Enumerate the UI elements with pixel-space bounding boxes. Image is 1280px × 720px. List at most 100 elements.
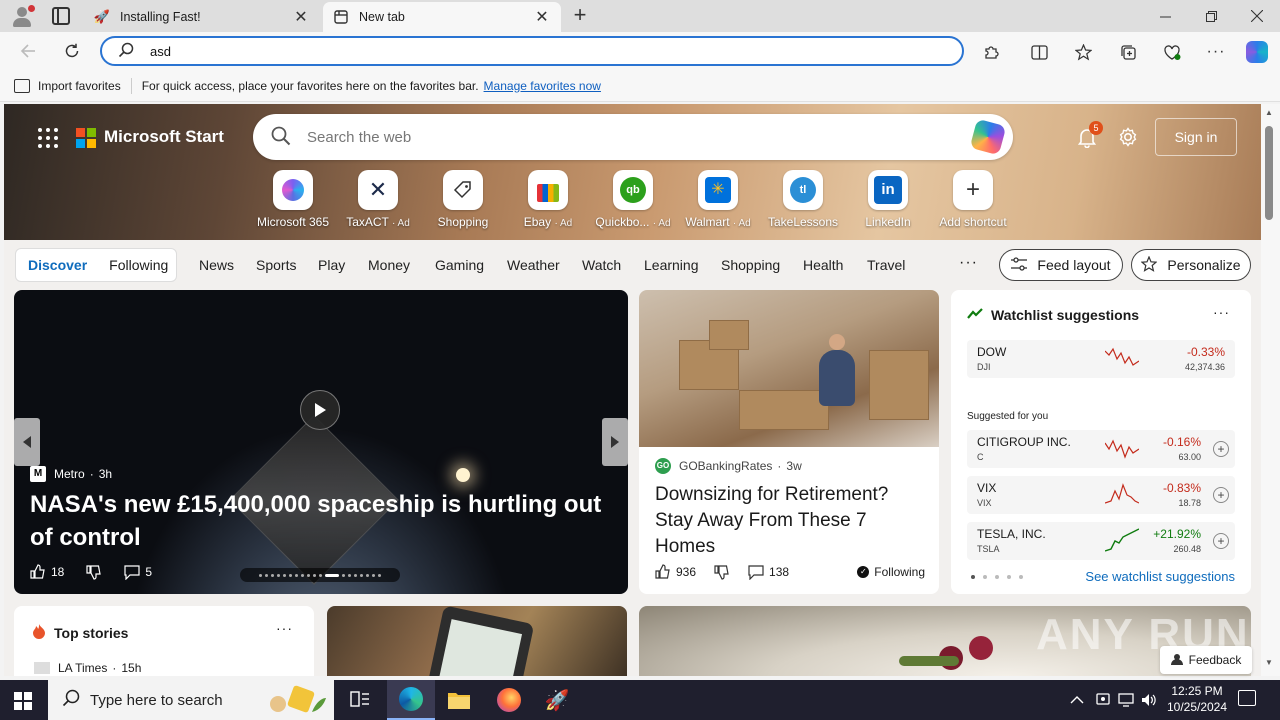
add-to-watchlist-icon[interactable]: + [1213, 487, 1229, 503]
manage-favorites-link[interactable]: Manage favorites now [484, 79, 601, 93]
main-story-headline[interactable]: NASA's new £15,400,000 spaceship is hurt… [30, 488, 620, 554]
close-tab-icon[interactable]: ✕ [533, 7, 551, 27]
close-window-icon[interactable] [1234, 0, 1280, 32]
play-video-icon[interactable] [300, 390, 340, 430]
dislike-button[interactable] [86, 564, 102, 580]
scroll-up-icon[interactable]: ▲ [1265, 108, 1273, 117]
dislike-button[interactable] [714, 564, 730, 580]
feedback-button[interactable]: Feedback [1160, 646, 1252, 674]
nav-shopping[interactable]: Shopping [721, 257, 780, 273]
new-tab-plus-icon[interactable]: + [568, 4, 592, 28]
feed-layout-button[interactable]: Feed layout [999, 249, 1123, 281]
volume-icon[interactable] [1141, 680, 1157, 720]
copilot-icon[interactable] [1246, 41, 1268, 63]
nav-watch[interactable]: Watch [582, 257, 621, 273]
nav-gaming[interactable]: Gaming [435, 257, 484, 273]
scroll-thumb[interactable] [1265, 126, 1273, 220]
nav-money[interactable]: Money [368, 257, 410, 273]
brand-title[interactable]: Microsoft Start [104, 127, 224, 147]
browser-essentials-icon[interactable] [1161, 41, 1183, 63]
add-to-watchlist-icon[interactable]: + [1213, 533, 1229, 549]
nav-health[interactable]: Health [803, 257, 843, 273]
back-arrow-icon[interactable] [15, 38, 41, 64]
carousel-indicator[interactable] [240, 568, 400, 582]
tab-new-tab[interactable]: New tab ✕ [323, 2, 561, 32]
nav-play[interactable]: Play [318, 257, 345, 273]
security-icon[interactable] [1095, 680, 1111, 720]
stock-row-tesla[interactable]: TESLA, INC. TSLA +21.92% 260.48 + [967, 522, 1235, 560]
shortcut-add[interactable]: + Add shortcut [928, 170, 1018, 229]
comment-button[interactable]: 138 [748, 564, 789, 580]
like-button[interactable]: 936 [655, 564, 696, 580]
profile-icon[interactable] [10, 4, 35, 28]
file-explorer-icon[interactable] [435, 680, 483, 720]
stock-row-citigroup[interactable]: CITIGROUP INC. C -0.16% 63.00 + [967, 430, 1235, 468]
sign-in-button[interactable]: Sign in [1155, 118, 1237, 156]
address-bar[interactable] [100, 36, 964, 66]
app-launcher-icon[interactable] [38, 128, 58, 148]
task-view-icon[interactable] [336, 680, 384, 720]
see-watchlist-link[interactable]: See watchlist suggestions [1085, 569, 1235, 584]
scroll-down-icon[interactable]: ▼ [1265, 658, 1273, 667]
network-icon[interactable] [1118, 680, 1134, 720]
top-stories-more-icon[interactable]: ··· [276, 620, 293, 636]
shortcut-walmart[interactable]: ✳ Walmart · Ad [673, 170, 763, 229]
shortcut-shopping[interactable]: Shopping [418, 170, 508, 229]
favorites-star-icon[interactable] [1072, 41, 1094, 63]
system-clock[interactable]: 12:25 PM 10/25/2024 [1162, 683, 1232, 715]
watchlist-pagination[interactable] [971, 575, 1023, 579]
carousel-next-arrow-icon[interactable] [602, 418, 628, 466]
firefox-icon[interactable] [485, 680, 533, 720]
refresh-icon[interactable] [59, 38, 85, 64]
show-hidden-icons-icon[interactable] [1070, 680, 1084, 720]
tab-discover[interactable]: Discover [28, 257, 87, 273]
shortcut-linkedin[interactable]: in LinkedIn [843, 170, 933, 229]
import-favorites-button[interactable]: Import favorites [14, 78, 121, 93]
minimize-icon[interactable] [1142, 0, 1188, 32]
shortcut-takelessons[interactable]: tl TakeLessons [758, 170, 848, 229]
web-search-box[interactable]: Search the web [253, 114, 1013, 160]
tab-installing-fast[interactable]: 🚀 Installing Fast! ✕ [84, 2, 320, 32]
vertical-scrollbar[interactable]: ▲ ▼ [1261, 104, 1280, 676]
add-to-watchlist-icon[interactable]: + [1213, 441, 1229, 457]
more-options-icon[interactable]: ··· [1205, 41, 1227, 63]
comment-button[interactable]: 5 [124, 564, 152, 580]
nav-learning[interactable]: Learning [644, 257, 699, 273]
collections-icon[interactable] [1117, 41, 1139, 63]
like-button[interactable]: 18 [30, 564, 64, 580]
split-screen-icon[interactable] [1028, 41, 1050, 63]
tab-actions-icon[interactable] [52, 7, 70, 25]
story-card-device[interactable] [327, 606, 627, 676]
copilot-search-icon[interactable] [969, 118, 1007, 156]
carousel-prev-arrow-icon[interactable] [14, 418, 40, 466]
tab-following[interactable]: Following [109, 257, 168, 273]
restore-icon[interactable] [1188, 0, 1234, 32]
personalize-button[interactable]: Personalize [1131, 249, 1251, 281]
story-headline[interactable]: Downsizing for Retirement? Stay Away Fro… [655, 482, 925, 560]
nav-weather[interactable]: Weather [507, 257, 560, 273]
taskbar-search[interactable]: Type here to search [48, 680, 334, 720]
windows-start-icon[interactable] [14, 692, 32, 710]
close-tab-icon[interactable]: ✕ [292, 7, 310, 27]
notification-center-icon[interactable] [1238, 690, 1256, 706]
settings-gear-icon[interactable] [1117, 126, 1139, 148]
shortcut-taxact[interactable]: ✕ TaxACT · Ad [333, 170, 423, 229]
stock-row-vix[interactable]: VIX VIX -0.83% 18.78 + [967, 476, 1235, 514]
extensions-icon[interactable] [980, 41, 1002, 63]
following-status[interactable]: ✓ Following [857, 565, 925, 579]
shortcut-quickbooks[interactable]: qb Quickbo... · Ad [588, 170, 678, 229]
edge-browser-icon[interactable] [387, 680, 435, 720]
nav-more-button[interactable]: ··· [959, 254, 978, 272]
personalize-star-icon [1140, 254, 1158, 275]
nav-sports[interactable]: Sports [256, 257, 296, 273]
nav-travel[interactable]: Travel [867, 257, 905, 273]
stock-row-dow[interactable]: DOW DJI -0.33% 42,374.36 [967, 340, 1235, 378]
main-story-card[interactable]: M Metro · 3h NASA's new £15,400,000 spac… [14, 290, 628, 594]
story-card-downsizing[interactable]: GO GOBankingRates · 3w Downsizing for Re… [639, 290, 939, 594]
address-input[interactable] [150, 43, 962, 59]
watchlist-more-icon[interactable]: ··· [1213, 304, 1230, 320]
rocket-app-icon[interactable]: 🚀 [533, 680, 581, 720]
shortcut-microsoft-365[interactable]: Microsoft 365 [248, 170, 338, 229]
shortcut-ebay[interactable]: Ebay · Ad [503, 170, 593, 229]
nav-news[interactable]: News [199, 257, 234, 273]
